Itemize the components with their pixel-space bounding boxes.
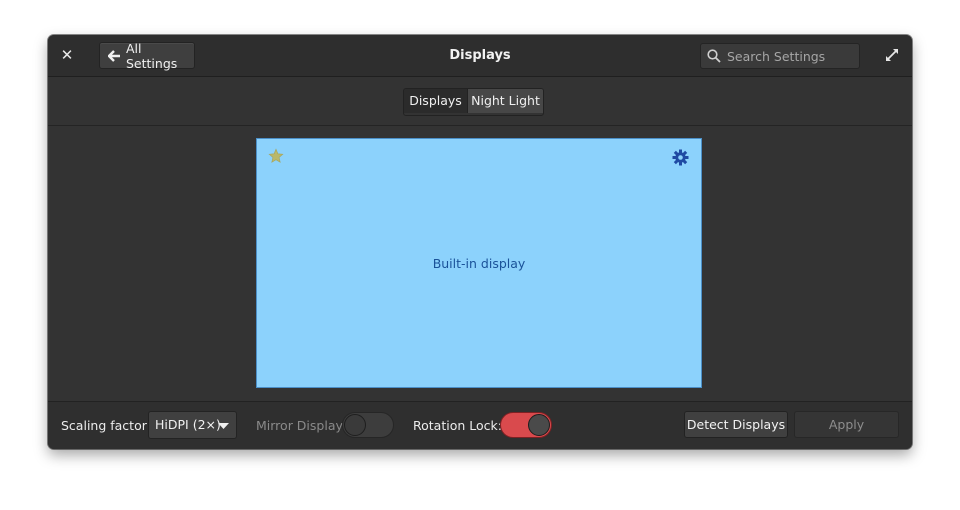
search-field[interactable] bbox=[700, 43, 860, 69]
toggle-knob bbox=[344, 414, 366, 436]
rotation-lock-label: Rotation Lock: bbox=[413, 418, 502, 433]
search-input[interactable] bbox=[727, 48, 847, 64]
scaling-factor-value: HiDPI (2×) bbox=[155, 417, 221, 432]
display-arrangement-area: Built-in display bbox=[48, 126, 912, 401]
apply-button[interactable]: Apply bbox=[794, 411, 899, 438]
scaling-factor-label: Scaling factor: bbox=[61, 418, 151, 433]
monitor-label: Built-in display bbox=[432, 256, 526, 271]
search-icon bbox=[707, 49, 721, 63]
all-settings-label: All Settings bbox=[126, 40, 178, 71]
view-switcher-bar: Displays Night Light bbox=[48, 77, 912, 126]
detect-displays-button[interactable]: Detect Displays bbox=[684, 411, 788, 438]
scaling-factor-dropdown[interactable]: HiDPI (2×) bbox=[148, 411, 237, 439]
titlebar: ✕ All Settings Displays bbox=[48, 35, 912, 77]
star-icon[interactable] bbox=[268, 148, 284, 164]
chevron-down-icon bbox=[218, 423, 229, 429]
tab-night-light[interactable]: Night Light bbox=[467, 89, 543, 113]
rotation-lock-toggle[interactable] bbox=[500, 412, 552, 438]
mirror-display-toggle[interactable] bbox=[342, 412, 394, 438]
view-switcher: Displays Night Light bbox=[403, 88, 544, 116]
mirror-display-label: Mirror Display: bbox=[256, 418, 347, 433]
settings-window: ✕ All Settings Displays Displays Night L… bbox=[48, 35, 912, 449]
toggle-knob bbox=[528, 414, 550, 436]
maximize-icon[interactable] bbox=[884, 47, 900, 63]
all-settings-button[interactable]: All Settings bbox=[99, 40, 195, 71]
tab-displays[interactable]: Displays bbox=[404, 89, 467, 113]
monitor-builtin[interactable]: Built-in display bbox=[256, 138, 702, 388]
close-icon[interactable]: ✕ bbox=[59, 47, 75, 63]
gear-icon[interactable] bbox=[672, 149, 689, 166]
action-bar: Scaling factor: HiDPI (2×) Mirror Displa… bbox=[48, 401, 912, 449]
arrow-left-icon bbox=[108, 49, 120, 62]
